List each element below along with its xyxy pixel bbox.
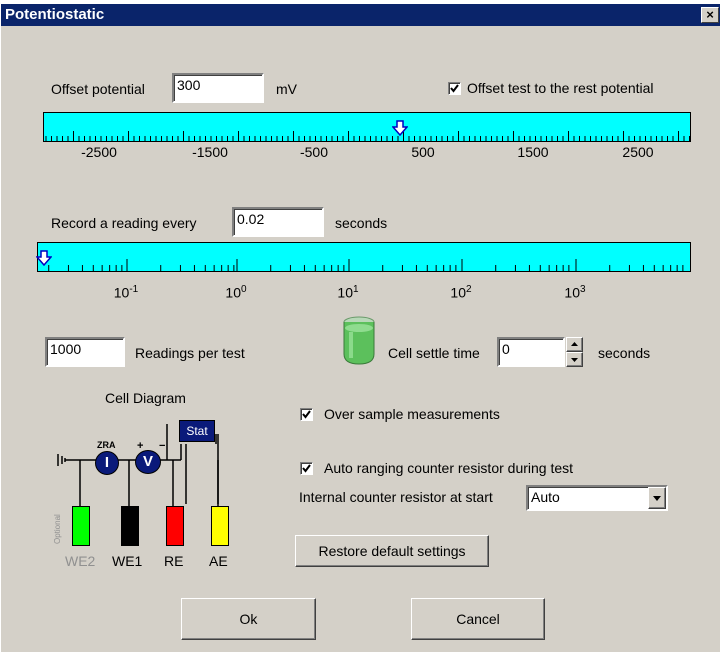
we2-label: WE2 [65, 553, 96, 569]
record-tick-label: 100 [225, 284, 246, 301]
oversample-checkbox[interactable] [300, 408, 313, 421]
settle-up-button[interactable] [566, 337, 583, 352]
record-scale-ticks [48, 259, 684, 271]
offset-tick-label: -2500 [81, 144, 117, 160]
check-icon [450, 84, 459, 93]
offset-potential-label: Offset potential [51, 81, 145, 97]
offset-tick-label: 1500 [517, 144, 549, 160]
oversample-label: Over sample measurements [324, 406, 500, 422]
record-tick-base: 10 [113, 284, 130, 301]
counter-resistor-value: Auto [531, 489, 560, 505]
zra-label: ZRA [97, 440, 116, 450]
offset-rest-checkbox[interactable] [448, 82, 461, 95]
beaker-icon [343, 316, 375, 365]
chevron-up-icon [571, 342, 578, 346]
check-icon [302, 410, 311, 419]
offset-tick-label: -1500 [192, 144, 228, 160]
re-label: RE [164, 553, 184, 569]
stat-box: Stat [179, 420, 215, 442]
record-tick-base: 10 [450, 284, 467, 301]
we1-label: WE1 [112, 553, 143, 569]
close-icon: × [706, 7, 714, 22]
counter-resistor-label: Internal counter resistor at start [299, 489, 493, 505]
autorange-label: Auto ranging counter resistor during tes… [324, 460, 574, 476]
record-tick-base: 10 [564, 284, 581, 301]
cell-diagram-title: Cell Diagram [105, 390, 186, 406]
window-title: Potentiostatic [5, 6, 105, 23]
record-tick-exponent: 0 [241, 284, 247, 295]
cell-settle-label: Cell settle time [388, 345, 480, 361]
record-slider-thumb-icon[interactable] [36, 250, 52, 266]
restore-defaults-button[interactable]: Restore default settings [295, 535, 489, 567]
autorange-checkbox[interactable] [300, 462, 313, 475]
close-button[interactable]: × [701, 7, 719, 23]
cell-settle-input[interactable]: 0 [497, 337, 565, 367]
voltmeter-icon: V [135, 450, 161, 474]
offset-unit-label: mV [276, 81, 297, 97]
ok-button[interactable]: Ok [181, 598, 316, 640]
record-tick-base: 10 [337, 284, 354, 301]
record-tick-exponent: 1 [353, 284, 359, 295]
chevron-down-icon [571, 358, 578, 362]
readings-per-test-input[interactable]: 1000 [45, 337, 125, 367]
record-interval-label: Record a reading every [51, 215, 197, 231]
dropdown-button[interactable] [648, 487, 666, 509]
record-interval-input[interactable]: 0.02 [232, 207, 324, 237]
optional-label: Optional [53, 514, 62, 544]
minus-sign: − [159, 440, 166, 452]
ae-electrode [211, 506, 229, 546]
title-bar[interactable]: Potentiostatic × [1, 4, 720, 26]
offset-potential-slider[interactable] [43, 112, 691, 142]
settle-down-button[interactable] [566, 352, 583, 367]
record-tick-exponent: 2 [466, 284, 472, 295]
record-interval-slider[interactable] [36, 242, 691, 272]
offset-scale-ticks [45, 131, 690, 141]
we1-electrode [121, 506, 139, 546]
offset-potential-input[interactable]: 300 [172, 73, 264, 103]
record-tick-label: 101 [337, 284, 358, 301]
cancel-button[interactable]: Cancel [411, 598, 545, 640]
check-icon [302, 464, 311, 473]
record-tick-base: 10 [225, 284, 242, 301]
offset-tick-label: 2500 [622, 144, 654, 160]
offset-slider-thumb-icon[interactable] [392, 120, 408, 136]
we2-electrode [72, 506, 90, 546]
offset-tick-label: 500 [411, 144, 435, 160]
record-tick-label: 102 [450, 284, 471, 301]
record-tick-exponent: 3 [580, 284, 586, 295]
record-tick-label: 103 [564, 284, 585, 301]
current-meter-icon: I [95, 451, 119, 475]
record-tick-exponent: -1 [129, 284, 139, 295]
potentiostatic-dialog: Potentiostatic × Offset potential 300 mV… [0, 4, 720, 652]
counter-resistor-select[interactable]: Auto [526, 485, 668, 511]
chevron-down-icon [653, 496, 661, 501]
readings-per-test-label: Readings per test [135, 345, 245, 361]
re-electrode [166, 506, 184, 546]
record-tick-label: 10-1 [114, 284, 138, 301]
cell-settle-unit: seconds [598, 345, 651, 361]
record-interval-unit: seconds [335, 215, 388, 231]
ae-label: AE [209, 553, 228, 569]
offset-rest-label: Offset test to the rest potential [467, 80, 654, 96]
offset-tick-label: -500 [299, 144, 329, 160]
